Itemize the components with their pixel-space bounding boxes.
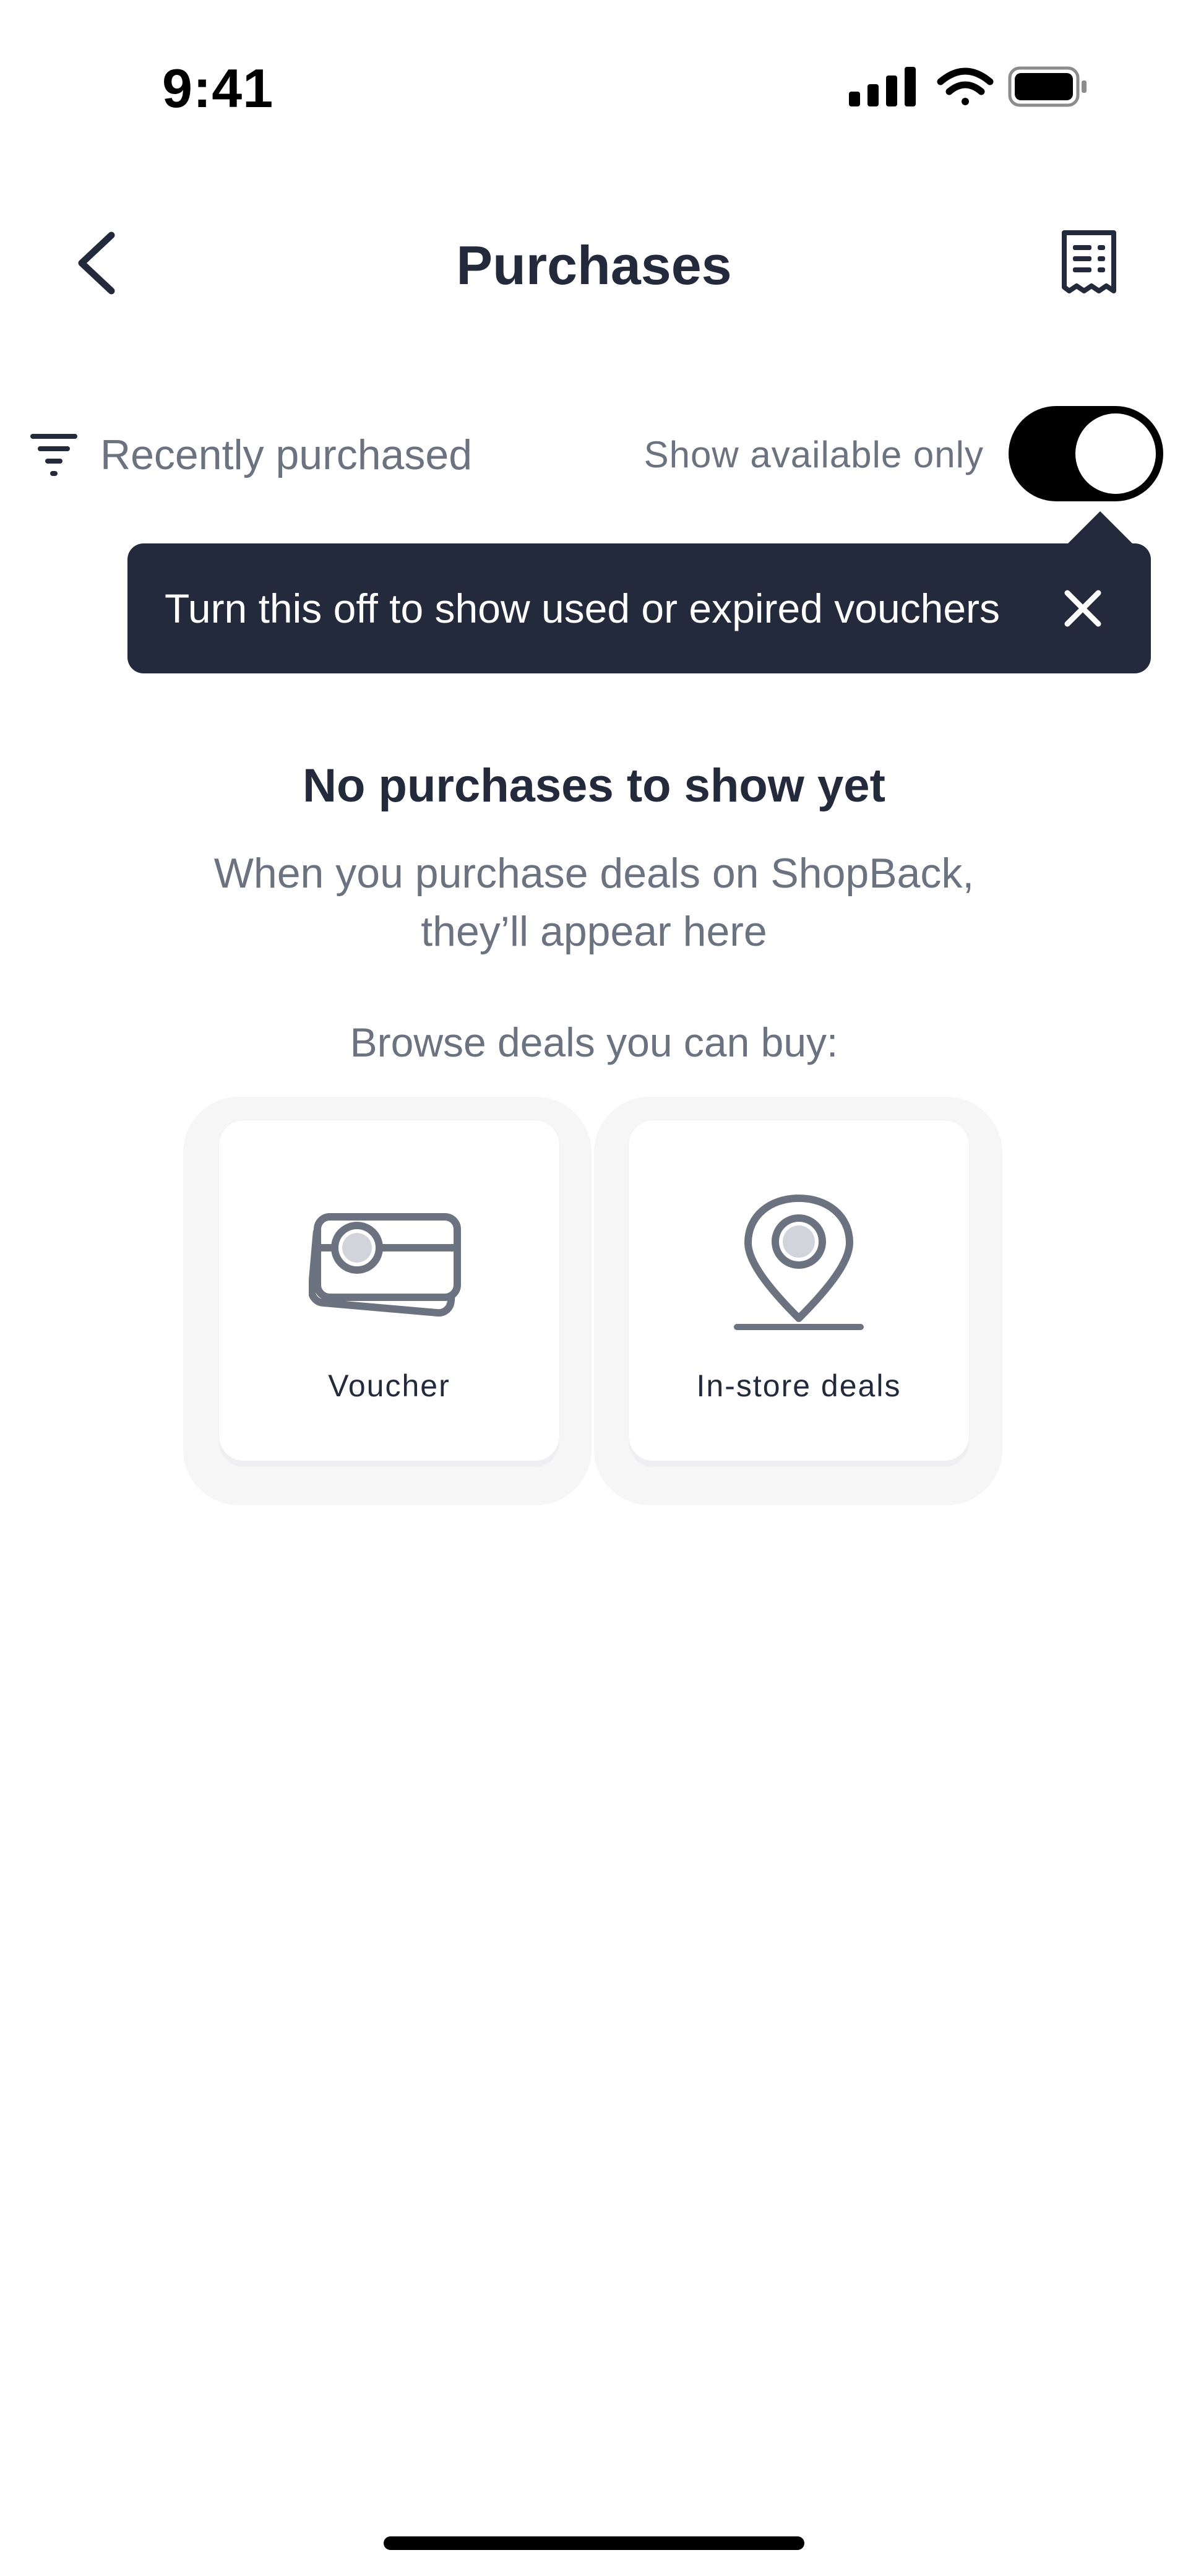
tooltip-close-button[interactable] bbox=[1052, 577, 1114, 639]
voucher-icon bbox=[309, 1195, 470, 1331]
receipt-button[interactable] bbox=[1052, 226, 1126, 300]
tooltip-text: Turn this off to show used or expired vo… bbox=[165, 586, 1001, 631]
tooltip: Turn this off to show used or expired vo… bbox=[127, 543, 1151, 673]
browse-deals-label: Browse deals you can buy: bbox=[350, 1019, 838, 1065]
status-icons bbox=[848, 62, 1089, 111]
close-icon bbox=[1064, 590, 1101, 627]
toggle-label: Show available only bbox=[644, 434, 984, 475]
location-pin-icon bbox=[718, 1195, 879, 1331]
show-available-toggle[interactable] bbox=[1009, 406, 1163, 501]
voucher-label: Voucher bbox=[328, 1368, 450, 1403]
in-store-deals-label: In-store deals bbox=[696, 1368, 902, 1403]
receipt-icon bbox=[1062, 230, 1116, 293]
battery-icon bbox=[1008, 66, 1087, 107]
in-store-deals-card[interactable]: In-store deals bbox=[629, 1120, 969, 1461]
page-title: Purchases bbox=[456, 235, 732, 296]
voucher-card[interactable]: Voucher bbox=[219, 1120, 559, 1461]
home-indicator[interactable] bbox=[384, 2536, 804, 2550]
status-time: 9:41 bbox=[162, 58, 274, 119]
wifi-icon bbox=[937, 67, 994, 105]
cellular-signal-icon bbox=[849, 67, 916, 106]
tooltip-arrow bbox=[1065, 511, 1135, 546]
empty-state-description: When you purchase deals on ShopBack, the… bbox=[213, 850, 975, 955]
sort-filter-icon bbox=[26, 427, 82, 483]
toggle-knob bbox=[1075, 413, 1156, 494]
empty-state-title: No purchases to show yet bbox=[303, 759, 885, 812]
sort-selector[interactable]: Recently purchased bbox=[26, 421, 472, 489]
sort-label: Recently purchased bbox=[100, 431, 473, 478]
